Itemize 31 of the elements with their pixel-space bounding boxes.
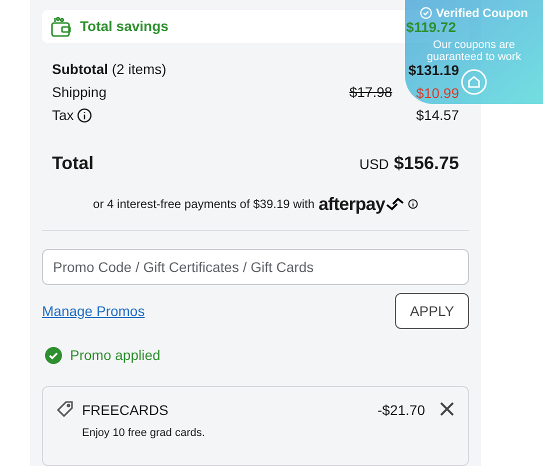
overlay-title: Verified Coupon	[436, 5, 528, 22]
close-icon	[439, 401, 455, 417]
apply-button[interactable]: APPLY	[395, 293, 469, 329]
original-shipping-price: $17.98	[349, 83, 392, 102]
wallet-icon	[50, 16, 72, 38]
shipping-label: Shipping	[52, 83, 106, 102]
verified-check-icon	[420, 7, 432, 19]
afterpay-logo: afterpay	[318, 195, 385, 213]
savings-label: Total savings	[80, 17, 168, 36]
remove-promo-button[interactable]	[439, 401, 455, 417]
savings-amount: $119.72	[406, 20, 456, 34]
tax-label: Tax	[52, 106, 74, 125]
tax-amount: $14.57	[416, 106, 459, 125]
info-icon[interactable]	[76, 108, 92, 123]
manage-promos-link[interactable]: Manage Promos	[42, 300, 145, 322]
afterpay-arrows-icon	[384, 197, 405, 211]
overlay-text: Our coupons are guaranteed to work	[426, 39, 522, 63]
subtotal-label: Subtotal (2 items)	[52, 60, 166, 79]
promo-code-field[interactable]: Promo Code / Gift Certificates / Gift Cards	[42, 249, 469, 285]
check-circle-icon	[45, 347, 62, 364]
tag-icon	[56, 400, 74, 418]
promo-code: FREECARDS	[82, 401, 170, 420]
promo-discount: -$21.70	[378, 401, 425, 420]
total-label: Total	[52, 152, 94, 175]
promo-status: Promo applied	[70, 346, 160, 365]
installment-text: or 4 interest-free payments of $39.19 with	[93, 196, 314, 213]
shipping-amount: $10.99	[416, 86, 459, 100]
total-amount: USD $156.75	[359, 152, 459, 175]
subtotal-amount: $131.19	[408, 62, 459, 76]
info-icon[interactable]	[408, 199, 418, 209]
promo-description: Enjoy 10 free grad cards.	[82, 426, 205, 441]
